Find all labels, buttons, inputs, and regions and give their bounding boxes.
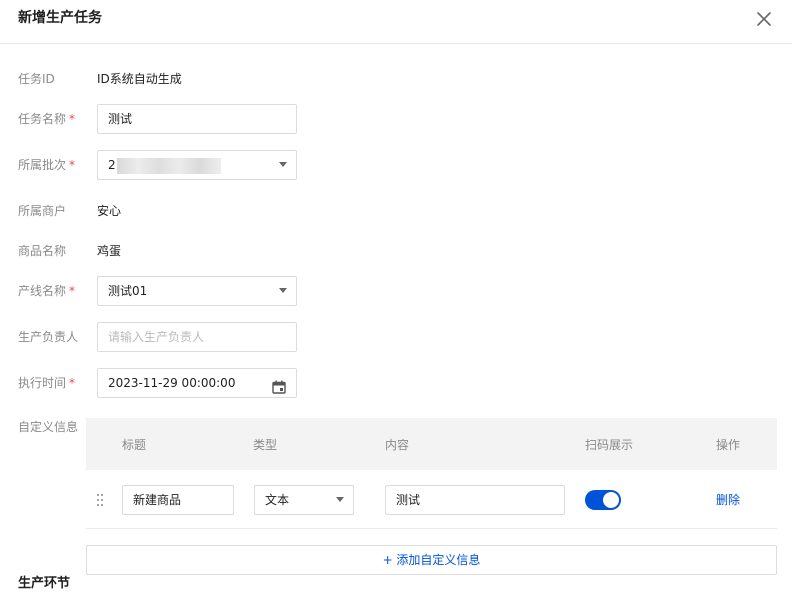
exec-time-value: 2023-11-29 00:00:00 (108, 376, 236, 390)
scan-display-toggle[interactable] (585, 490, 621, 510)
row-type-value: 文本 (265, 493, 290, 507)
required-mark: * (69, 112, 76, 126)
owner-input[interactable]: 请输入生产负责人 (97, 322, 297, 352)
required-mark: * (69, 376, 76, 390)
required-mark: * (69, 158, 76, 172)
production-stage-heading: 生产环节 (18, 576, 71, 591)
product-value: 鸡蛋 (97, 244, 122, 258)
custom-table-header: 标题 类型 内容 扫码展示 操作 (86, 418, 777, 470)
task-id-value: ID系统自动生成 (97, 72, 182, 86)
col-type: 类型 (253, 438, 278, 452)
dialog-title: 新增生产任务 (18, 10, 102, 26)
redacted-blur (116, 157, 221, 174)
drag-handle-icon[interactable] (96, 492, 104, 511)
required-mark: * (69, 284, 76, 298)
batch-value: 2 (108, 158, 116, 172)
owner-placeholder: 请输入生产负责人 (108, 330, 205, 344)
calendar-icon[interactable] (272, 376, 286, 397)
batch-label: 所属批次 * (18, 158, 76, 172)
row-type-select[interactable]: 文本 (254, 485, 354, 515)
col-content: 内容 (385, 438, 410, 452)
batch-select[interactable]: 2 (97, 150, 297, 180)
line-value: 测试01 (108, 284, 148, 298)
exec-time-picker[interactable]: 2023-11-29 00:00:00 (97, 368, 297, 398)
toggle-knob (603, 492, 619, 508)
task-name-value: 测试 (108, 112, 133, 126)
col-scan-display: 扫码展示 (585, 438, 634, 452)
exec-time-label: 执行时间 * (18, 376, 76, 390)
chevron-down-icon (279, 162, 287, 167)
row-title-input[interactable]: 新建商品 (122, 485, 234, 515)
add-custom-info-button[interactable]: + 添加自定义信息 (86, 545, 777, 575)
line-select[interactable]: 测试01 (97, 276, 297, 306)
product-label: 商品名称 (18, 244, 67, 258)
col-action: 操作 (716, 438, 741, 452)
chevron-down-icon (336, 497, 344, 502)
task-name-input[interactable]: 测试 (97, 104, 297, 134)
merchant-label: 所属商户 (18, 204, 67, 218)
chevron-down-icon (279, 288, 287, 293)
task-id-label: 任务ID (18, 72, 55, 86)
line-label: 产线名称 * (18, 284, 76, 298)
dialog-header: 新增生产任务 (0, 0, 792, 44)
custom-info-label: 自定义信息 (18, 420, 79, 434)
table-row: 新建商品 文本 测试 删除 (86, 471, 777, 529)
col-title: 标题 (122, 438, 147, 452)
row-content-input[interactable]: 测试 (385, 485, 565, 515)
row-title-value: 新建商品 (133, 493, 182, 507)
row-content-value: 测试 (396, 493, 421, 507)
delete-row-button[interactable]: 删除 (716, 492, 740, 508)
task-name-label: 任务名称 * (18, 112, 76, 126)
close-icon[interactable] (754, 9, 774, 29)
merchant-value: 安心 (97, 204, 122, 218)
owner-label: 生产负责人 (18, 330, 79, 344)
